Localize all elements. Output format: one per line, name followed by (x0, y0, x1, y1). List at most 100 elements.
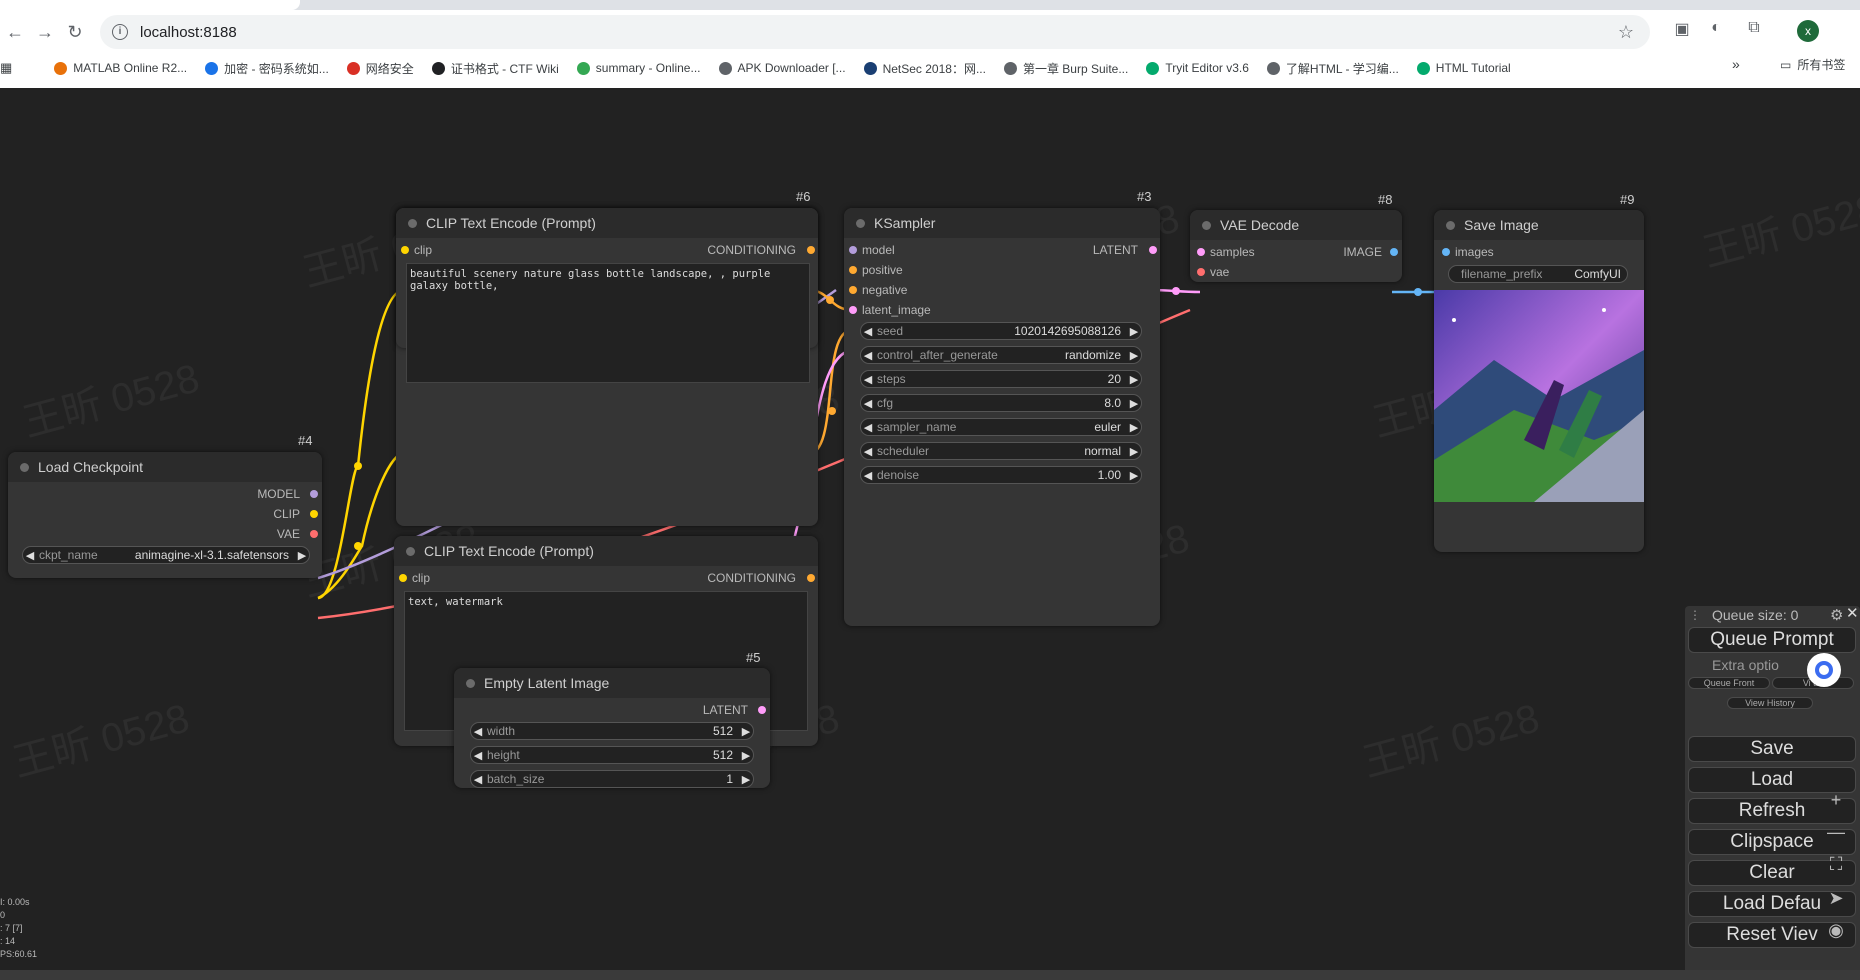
bookmark-item[interactable]: NetSec 2018：网... (863, 60, 986, 77)
node-vae-decode[interactable]: VAE Decode samples vae IMAGE (1190, 210, 1402, 282)
input-slot-clip[interactable] (401, 246, 409, 254)
increment-arrow-icon[interactable]: ▶ (1127, 325, 1141, 338)
seed-widget[interactable]: ◀ seed 1020142695088126 ▶ (860, 322, 1142, 340)
decrement-arrow-icon[interactable]: ◀ (23, 549, 37, 562)
input-slot-latent-image[interactable] (849, 306, 857, 314)
address-bar[interactable]: i localhost:8188 ☆ (100, 15, 1650, 49)
eye-icon[interactable]: ◉ (1826, 920, 1846, 941)
bottom-scrollbar[interactable] (0, 970, 1860, 980)
drag-handle-icon[interactable]: ⋮ (1689, 608, 1701, 622)
decrement-arrow-icon[interactable]: ◀ (861, 397, 875, 410)
gear-icon[interactable]: ⚙ (1830, 606, 1843, 624)
batch-size-widget[interactable]: ◀ batch_size 1 ▶ (470, 770, 754, 788)
site-info-icon[interactable]: i (112, 24, 128, 40)
decrement-arrow-icon[interactable]: ◀ (861, 373, 875, 386)
node-title[interactable]: CLIP Text Encode (Prompt) (394, 536, 818, 566)
extension-icon[interactable]: ◐ (1706, 19, 1726, 39)
node-empty-latent-image[interactable]: Empty Latent Image LATENT ◀ width 512 ▶ ◀ hei… (454, 668, 770, 788)
height-widget[interactable]: ◀ height 512 ▶ (470, 746, 754, 764)
output-slot-clip[interactable] (310, 510, 318, 518)
decrement-arrow-icon[interactable]: ◀ (861, 469, 875, 482)
output-slot-conditioning[interactable] (807, 574, 815, 582)
increment-arrow-icon[interactable]: ▶ (1127, 349, 1141, 362)
decrement-arrow-icon[interactable]: ◀ (471, 749, 485, 762)
cfg-widget[interactable]: ◀ cfg 8.0 ▶ (860, 394, 1142, 412)
back-icon[interactable]: ← (0, 17, 30, 47)
decrement-arrow-icon[interactable]: ◀ (861, 349, 875, 362)
bookmark-item[interactable]: 了解HTML - 学习编... (1266, 60, 1399, 77)
output-slot-model[interactable] (310, 490, 318, 498)
node-title[interactable]: VAE Decode (1190, 210, 1402, 240)
output-slot-image[interactable] (1390, 248, 1398, 256)
input-slot-samples[interactable] (1197, 248, 1205, 256)
increment-arrow-icon[interactable]: ▶ (1127, 421, 1141, 434)
node-load-checkpoint[interactable]: Load Checkpoint MODEL CLIP VAE ◀ ckpt_na… (8, 452, 322, 578)
input-slot-positive[interactable] (849, 266, 857, 274)
bookmark-item[interactable]: 证书格式 - CTF Wiki (431, 60, 559, 77)
active-tab[interactable] (0, 0, 300, 10)
zoom-out-icon[interactable]: — (1826, 822, 1846, 843)
bookmark-item[interactable]: Tryit Editor v3.6 (1146, 61, 1249, 75)
bookmark-item[interactable]: summary - Online... (576, 61, 701, 75)
denoise-widget[interactable]: ◀ denoise 1.00 ▶ (860, 466, 1142, 484)
increment-arrow-icon[interactable]: ▶ (1127, 445, 1141, 458)
decrement-arrow-icon[interactable]: ◀ (861, 445, 875, 458)
input-slot-model[interactable] (849, 246, 857, 254)
increment-arrow-icon[interactable]: ▶ (739, 773, 753, 786)
close-icon[interactable]: ✕ (1846, 604, 1859, 622)
extra-options-label[interactable]: Extra optio (1712, 657, 1779, 673)
scheduler-widget[interactable]: ◀ scheduler normal ▶ (860, 442, 1142, 460)
ckpt-name-widget[interactable]: ◀ ckpt_name animagine-xl-3.1.safetensors… (22, 546, 310, 564)
graph-canvas[interactable]: 王昕 0528王昕 0528王昕 0528王昕 0528王昕 0528王昕 05… (0, 88, 1860, 980)
bookmarks-more-icon[interactable]: » (1732, 56, 1740, 72)
bookmark-item[interactable]: MATLAB Online R2... (54, 61, 187, 75)
prompt-textarea[interactable]: beautiful scenery nature glass bottle la… (406, 263, 810, 383)
all-bookmarks[interactable]: ▭ 所有书签 (1780, 56, 1845, 73)
view-history-button[interactable]: View History (1727, 697, 1813, 709)
output-slot-conditioning[interactable] (807, 246, 815, 254)
output-slot-latent[interactable] (1149, 246, 1157, 254)
node-title[interactable]: Empty Latent Image (454, 668, 770, 698)
input-slot-clip[interactable] (399, 574, 407, 582)
output-slot-latent[interactable] (758, 706, 766, 714)
fit-view-icon[interactable]: ⛶ (1826, 854, 1846, 875)
increment-arrow-icon[interactable]: ▶ (295, 549, 309, 562)
reload-icon[interactable]: ↻ (60, 17, 90, 47)
node-title[interactable]: KSampler (844, 208, 1160, 238)
node-ksampler[interactable]: KSampler model positive negative latent_ima… (844, 208, 1160, 626)
queue-prompt-button[interactable]: Queue Prompt (1688, 627, 1856, 653)
decrement-arrow-icon[interactable]: ◀ (861, 325, 875, 338)
send-icon[interactable]: ➤ (1826, 888, 1846, 909)
increment-arrow-icon[interactable]: ▶ (739, 725, 753, 738)
decrement-arrow-icon[interactable]: ◀ (861, 421, 875, 434)
node-title[interactable]: Save Image (1434, 210, 1644, 240)
extension-icon[interactable]: ▣ (1672, 19, 1692, 39)
bookmark-item[interactable]: HTML Tutorial (1416, 61, 1511, 75)
save-button[interactable]: Save (1688, 736, 1856, 762)
forward-icon[interactable]: → (30, 17, 60, 47)
steps-widget[interactable]: ◀ steps 20 ▶ (860, 370, 1142, 388)
apps-icon[interactable]: ▦ (0, 60, 12, 76)
input-slot-negative[interactable] (849, 286, 857, 294)
assistant-floating-icon[interactable] (1807, 653, 1841, 687)
node-title[interactable]: CLIP Text Encode (Prompt) (396, 208, 818, 238)
increment-arrow-icon[interactable]: ▶ (1127, 469, 1141, 482)
output-slot-vae[interactable] (310, 530, 318, 538)
sampler-name-widget[interactable]: ◀ sampler_name euler ▶ (860, 418, 1142, 436)
node-save-image[interactable]: Save Image images filename_prefix ComfyU… (1434, 210, 1644, 552)
width-widget[interactable]: ◀ width 512 ▶ (470, 722, 754, 740)
decrement-arrow-icon[interactable]: ◀ (471, 725, 485, 738)
filename-prefix-widget[interactable]: filename_prefix ComfyUI (1448, 265, 1628, 283)
decrement-arrow-icon[interactable]: ◀ (471, 773, 485, 786)
zoom-in-icon[interactable]: + (1826, 790, 1846, 811)
bookmark-item[interactable]: APK Downloader [... (718, 61, 846, 75)
control-after-generate-widget[interactable]: ◀ control_after_generate randomize ▶ (860, 346, 1142, 364)
avatar[interactable]: x (1797, 20, 1819, 42)
increment-arrow-icon[interactable]: ▶ (739, 749, 753, 762)
bookmark-item[interactable]: 网络安全 (346, 60, 414, 77)
increment-arrow-icon[interactable]: ▶ (1127, 373, 1141, 386)
input-slot-vae[interactable] (1197, 268, 1205, 276)
queue-front-button[interactable]: Queue Front (1688, 677, 1770, 689)
puzzle-icon[interactable]: ⧉ (1744, 19, 1764, 39)
bookmark-item[interactable]: 第一章 Burp Suite... (1003, 60, 1128, 77)
